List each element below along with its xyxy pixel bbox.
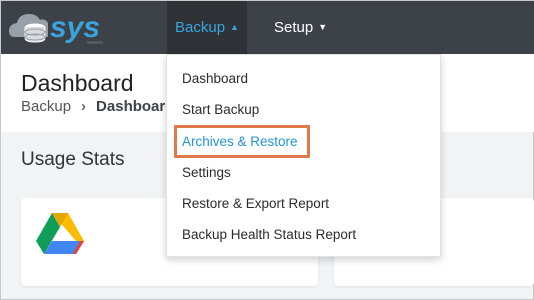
sys-logo[interactable]: sys bbox=[7, 5, 115, 51]
sys-logo-icon: sys bbox=[9, 11, 103, 44]
nav-setup-label: Setup bbox=[274, 19, 314, 36]
caret-down-icon: ▼ bbox=[318, 22, 328, 32]
svg-text:sys: sys bbox=[50, 11, 100, 44]
page-title: Dashboard bbox=[21, 70, 134, 96]
breadcrumb: Backup › Dashboard bbox=[21, 98, 174, 115]
nav-backup-menu[interactable]: Backup ▲ bbox=[167, 1, 247, 54]
nav-backup-label: Backup bbox=[175, 19, 226, 36]
breadcrumb-parent[interactable]: Backup bbox=[21, 98, 71, 115]
menu-item-start-backup[interactable]: Start Backup bbox=[182, 100, 259, 120]
top-navbar: sys Backup ▲ Setup ▼ bbox=[1, 1, 534, 54]
menu-item-restore-export-report[interactable]: Restore & Export Report bbox=[182, 194, 329, 214]
menu-item-backup-health-status-report[interactable]: Backup Health Status Report bbox=[182, 225, 356, 245]
breadcrumb-separator-icon: › bbox=[81, 98, 87, 115]
menu-item-archives-restore[interactable]: Archives & Restore bbox=[182, 132, 298, 152]
usage-stats-title: Usage Stats bbox=[21, 149, 125, 170]
google-drive-icon bbox=[36, 213, 84, 254]
caret-up-icon: ▲ bbox=[230, 22, 239, 32]
backup-dropdown-menu: Dashboard Start Backup Archives & Restor… bbox=[166, 54, 441, 257]
nav-setup-menu[interactable]: Setup ▼ bbox=[266, 1, 335, 54]
menu-item-settings[interactable]: Settings bbox=[182, 163, 231, 183]
breadcrumb-current: Dashboard bbox=[96, 98, 175, 115]
menu-item-dashboard[interactable]: Dashboard bbox=[182, 69, 248, 89]
